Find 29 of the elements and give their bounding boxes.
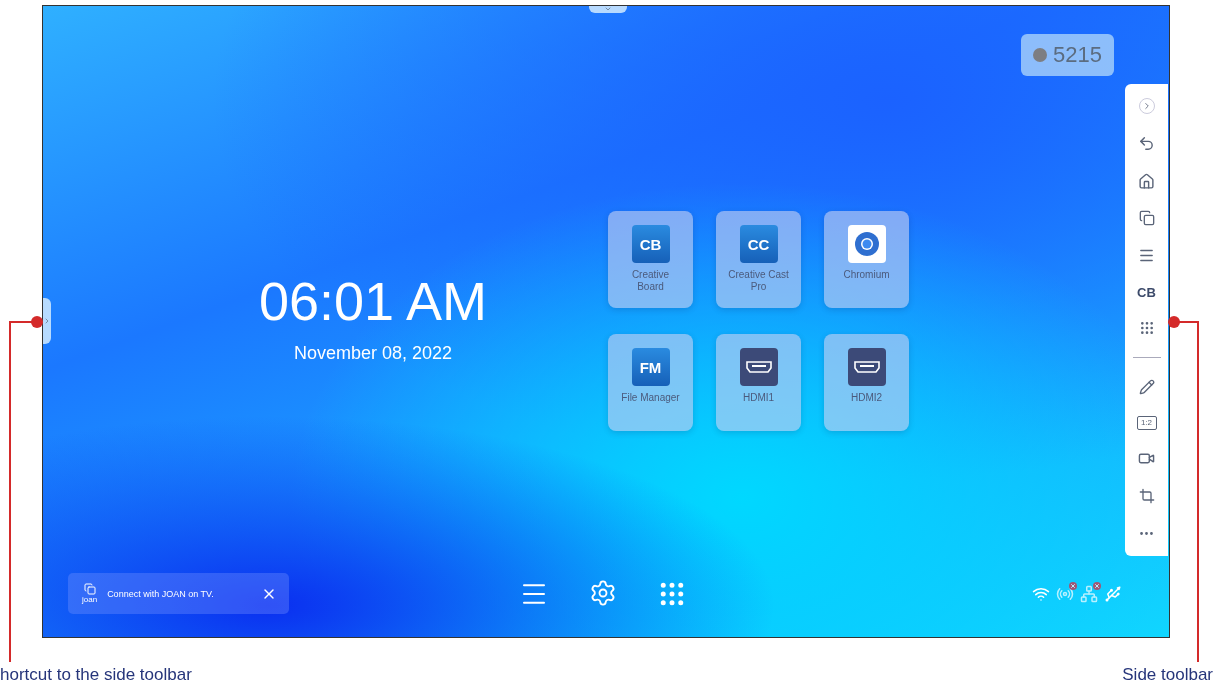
app-logo-icon: CB bbox=[631, 225, 670, 263]
app-tile[interactable]: HDMI1 bbox=[716, 334, 801, 431]
hdmi-port-icon bbox=[847, 348, 886, 386]
board-app-button[interactable]: CB bbox=[1137, 284, 1156, 300]
notification-text: Connect with JOAN on TV. bbox=[107, 588, 215, 599]
back-icon[interactable] bbox=[1138, 135, 1155, 153]
annotation-label: hortcut to the side toolbar bbox=[0, 665, 192, 685]
app-tile[interactable]: Chromium bbox=[824, 211, 909, 308]
browser-logo-icon bbox=[847, 225, 886, 263]
settings-icon[interactable] bbox=[589, 578, 617, 609]
grid-dots-icon[interactable] bbox=[1138, 320, 1155, 337]
app-logo-icon: FM bbox=[631, 348, 670, 386]
room-code-badge: 5215 bbox=[1021, 34, 1114, 76]
app-logo-icon: CC bbox=[739, 225, 778, 263]
split-screen-button[interactable]: 1:2 bbox=[1136, 415, 1157, 430]
crop-icon[interactable] bbox=[1138, 487, 1155, 504]
side-handle[interactable] bbox=[43, 298, 51, 344]
app-tile[interactable]: CC Creative Cast Pro bbox=[716, 211, 801, 308]
app-tile[interactable]: HDMI2 bbox=[824, 334, 909, 431]
windows-icon[interactable] bbox=[1138, 210, 1155, 227]
pencil-icon[interactable] bbox=[1138, 378, 1155, 395]
hdmi-port-icon bbox=[739, 348, 778, 386]
clock-time: 06:01 AM bbox=[258, 273, 488, 329]
top-handle[interactable] bbox=[589, 6, 627, 13]
annotation-label: Side toolbar bbox=[1122, 665, 1213, 685]
home-icon[interactable] bbox=[1138, 172, 1155, 190]
clock-date: November 08, 2022 bbox=[293, 343, 453, 364]
app-tile[interactable]: FM File Manager bbox=[608, 334, 693, 431]
app-tile[interactable]: CB Creative Board bbox=[608, 211, 693, 308]
